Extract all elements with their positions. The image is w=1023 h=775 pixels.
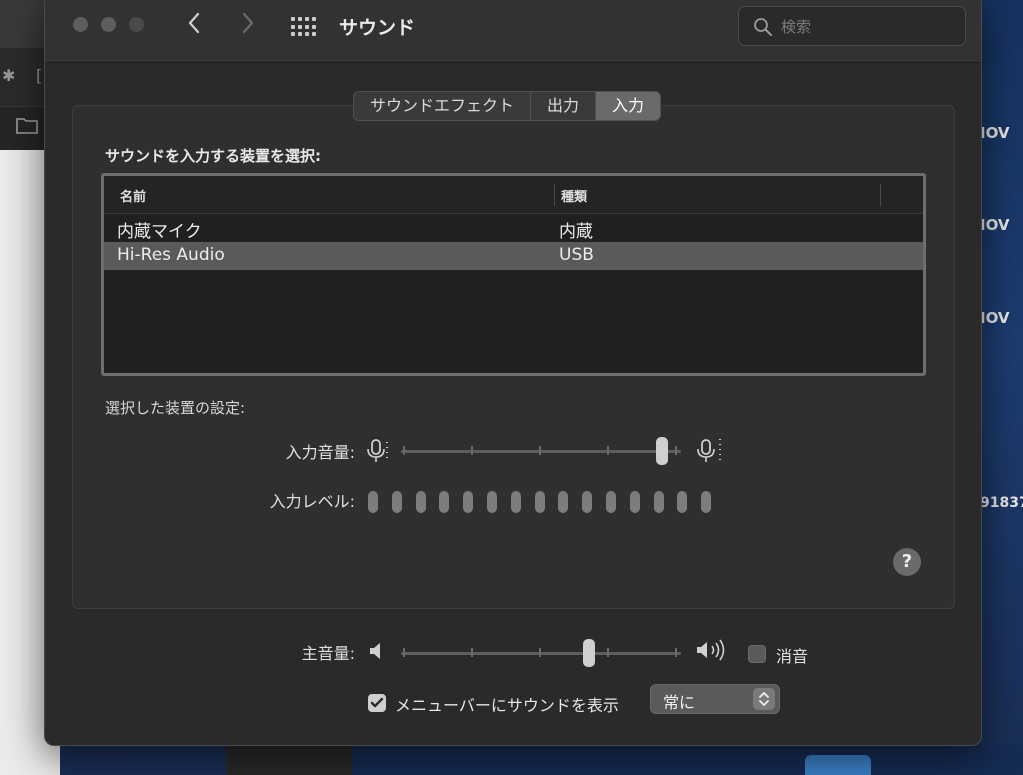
- tab-bar: サウンドエフェクト 出力 入力: [353, 91, 662, 121]
- microphone-high-icon: [697, 439, 721, 462]
- tab-sound-effects[interactable]: サウンドエフェクト: [354, 92, 532, 120]
- output-volume-slider-thumb[interactable]: [583, 639, 595, 667]
- zoom-button[interactable]: [129, 17, 144, 32]
- background-label: IOV: [980, 309, 1010, 327]
- device-type: 内蔵: [559, 222, 593, 242]
- input-volume-label: 入力音量:: [285, 443, 355, 462]
- microphone-low-icon: [367, 439, 388, 462]
- level-meter-bar: [392, 491, 402, 513]
- tab-output[interactable]: 出力: [531, 92, 597, 120]
- mute-label: 消音: [776, 647, 809, 666]
- output-volume-slider[interactable]: [401, 639, 681, 667]
- show-all-grid-icon[interactable]: [291, 17, 317, 37]
- search-icon: [754, 18, 772, 36]
- window-title: サウンド: [339, 17, 416, 39]
- output-volume-label: 主音量:: [301, 644, 355, 663]
- input-volume-slider-thumb[interactable]: [656, 437, 668, 465]
- level-meter-bar: [630, 491, 640, 513]
- level-meter-bar: [368, 491, 378, 513]
- sound-preferences-window: サウンド サウンドエフェクト 出力 入力 サウンドを入力する装置を選択: 名前 …: [44, 0, 982, 746]
- tab-input[interactable]: 入力: [596, 92, 661, 120]
- forward-button[interactable]: [240, 11, 256, 40]
- device-name: 内蔵マイク: [117, 222, 202, 242]
- table-row-selected[interactable]: Hi-Res Audio USB: [104, 242, 923, 270]
- level-meter-bar: [677, 491, 687, 513]
- background-panel: [226, 745, 352, 775]
- column-divider: [554, 184, 555, 206]
- background-label: IOV: [980, 216, 1010, 234]
- device-prompt-label: サウンドを入力する装置を選択:: [105, 147, 322, 165]
- folder-icon: [16, 116, 38, 138]
- column-header-name[interactable]: 名前: [120, 186, 146, 205]
- level-meter-bar: [582, 491, 592, 513]
- menubar-display-popup[interactable]: 常に: [650, 684, 780, 714]
- level-meter-bar: [701, 491, 711, 513]
- help-button[interactable]: ?: [893, 548, 921, 576]
- level-meter-bar: [487, 491, 497, 513]
- level-meter-bar: [416, 491, 426, 513]
- table-header: 名前 種類: [104, 176, 923, 214]
- device-type: USB: [559, 245, 594, 265]
- device-name: Hi-Res Audio: [117, 245, 225, 265]
- background-label: 91837: [980, 495, 1023, 511]
- level-meter-bar: [654, 491, 664, 513]
- show-in-menubar-checkbox[interactable]: [368, 694, 386, 712]
- level-meter-bar: [535, 491, 545, 513]
- search-field[interactable]: [738, 6, 966, 46]
- selected-device-settings-label: 選択した装置の設定:: [105, 399, 246, 417]
- input-level-label: 入力レベル:: [269, 492, 355, 511]
- background-label: IOV: [980, 124, 1010, 142]
- back-button[interactable]: [186, 11, 202, 40]
- level-meter-bar: [606, 491, 616, 513]
- popup-selected-value: 常に: [663, 693, 696, 712]
- checkmark-icon: [370, 697, 384, 708]
- chevron-up-down-icon: [753, 688, 775, 710]
- level-meter-bar: [463, 491, 473, 513]
- title-bar: サウンド: [45, 0, 981, 63]
- show-in-menubar-label: メニューバーにサウンドを表示: [395, 696, 619, 715]
- input-volume-slider[interactable]: [401, 437, 681, 465]
- bracket-icon: [: [36, 66, 43, 85]
- level-meter-bar: [558, 491, 568, 513]
- column-divider: [880, 184, 881, 206]
- background-panel: [352, 745, 1023, 775]
- level-meter-bar: [511, 491, 521, 513]
- mute-checkbox[interactable]: [748, 645, 766, 663]
- minimize-button[interactable]: [101, 17, 116, 32]
- level-meter-bar: [439, 491, 449, 513]
- table-row[interactable]: 内蔵マイク 内蔵: [104, 214, 923, 242]
- close-button[interactable]: [73, 17, 88, 32]
- puzzle-icon: ✱: [2, 66, 16, 85]
- input-device-table[interactable]: 名前 種類 内蔵マイク 内蔵 Hi-Res Audio USB: [101, 173, 926, 376]
- speaker-low-icon: [370, 643, 380, 659]
- folder-icon[interactable]: [805, 755, 871, 775]
- search-input[interactable]: [781, 15, 951, 39]
- speaker-high-icon: [697, 639, 725, 661]
- column-header-type[interactable]: 種類: [561, 186, 587, 205]
